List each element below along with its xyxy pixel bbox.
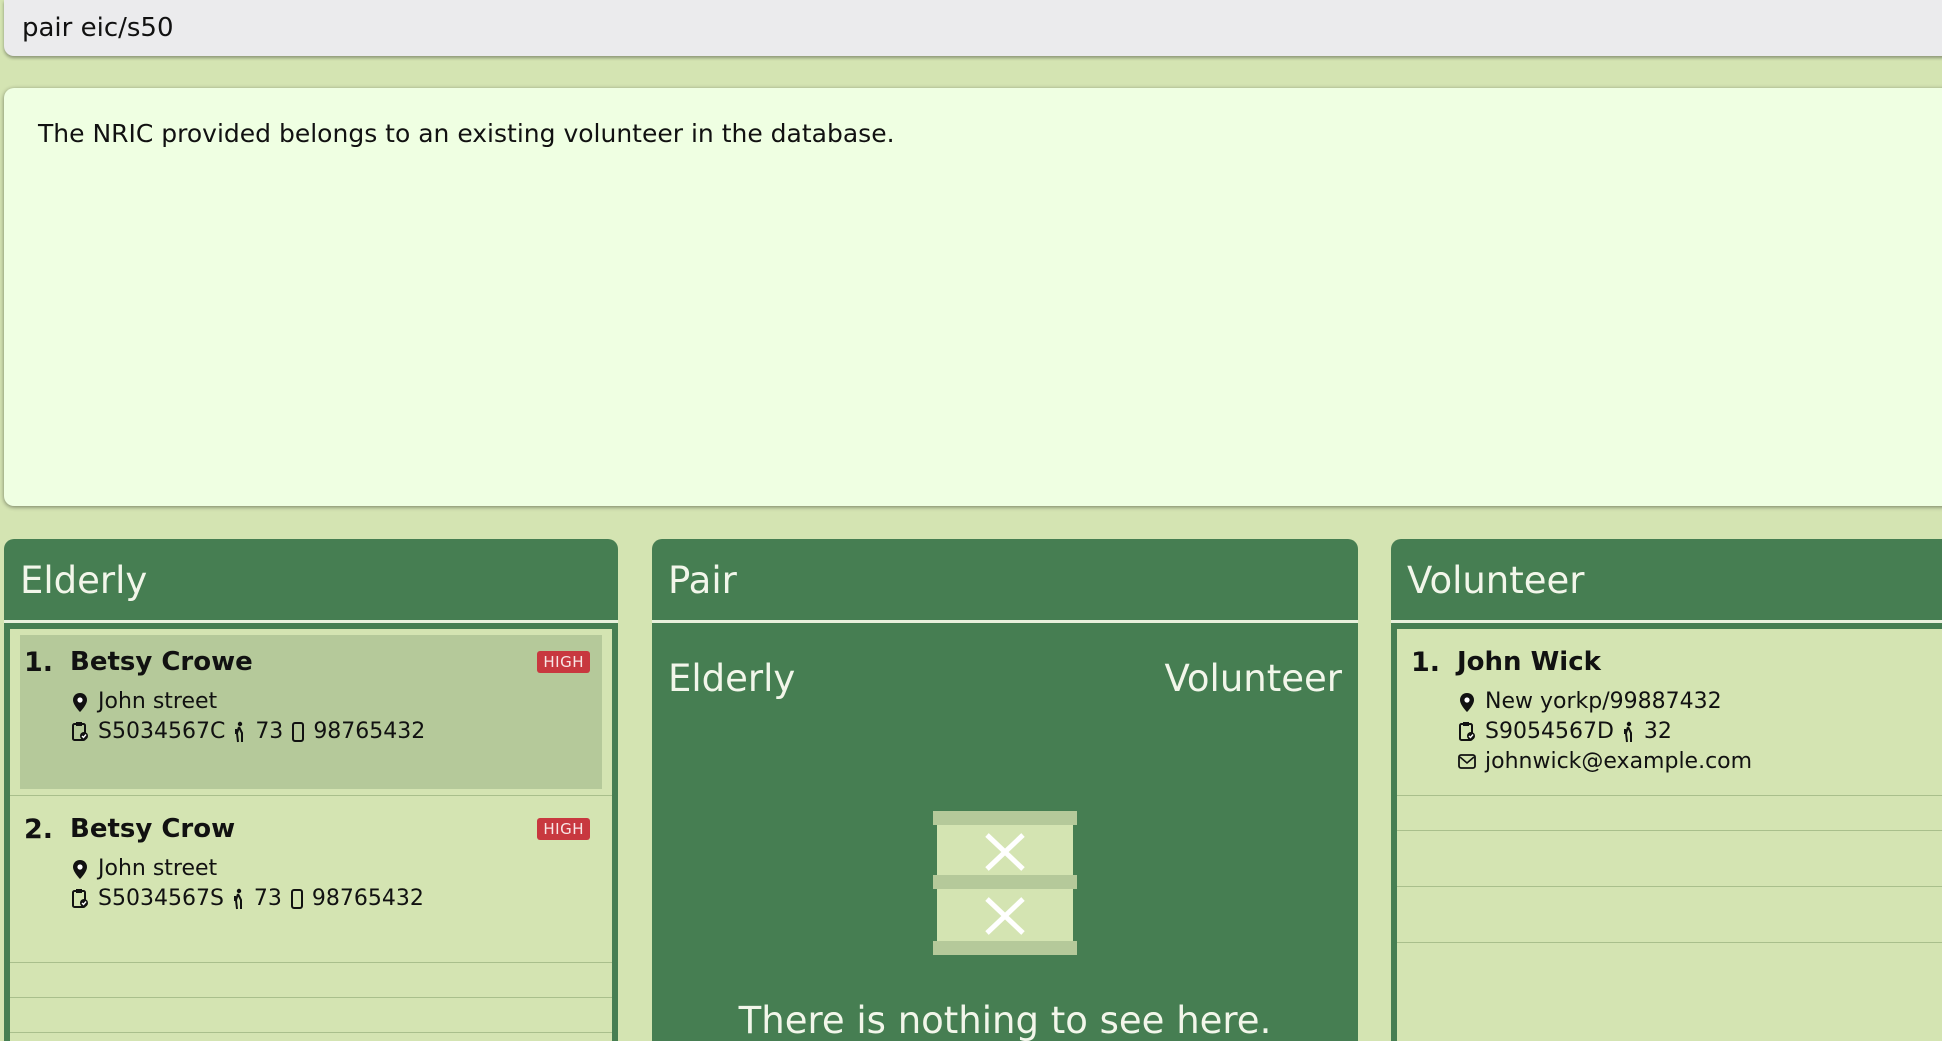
- empty-list-row: [10, 963, 612, 998]
- pair-list: Elderly Volunteer There is nothing to se…: [652, 629, 1358, 1041]
- card-name: Betsy Crowe: [70, 647, 253, 677]
- card-name: Betsy Crow: [70, 814, 236, 844]
- age-text: 32: [1643, 719, 1672, 744]
- age-text: 73: [253, 886, 282, 911]
- walking-person-icon: [1623, 721, 1632, 743]
- elderly-panel-title: Elderly: [4, 539, 618, 623]
- id-card-icon: [1459, 722, 1475, 741]
- walking-person-icon: [235, 721, 244, 743]
- empty-list-row: [1397, 887, 1942, 943]
- result-display: The NRIC provided belongs to an existing…: [4, 88, 1942, 506]
- pair-elderly-header: Elderly: [668, 657, 796, 700]
- pair-volunteer-header: Volunteer: [1164, 657, 1342, 700]
- card-index: 1.: [24, 647, 54, 678]
- pair-panel: Pair Elderly Volunteer There is nothing …: [652, 539, 1358, 1041]
- phone-text: 98765432: [313, 719, 426, 744]
- priority-badge: HIGH: [537, 818, 590, 840]
- volunteer-list[interactable]: 1. John Wick New yorkp/99887432 S9054567…: [1397, 629, 1942, 1041]
- volunteer-card[interactable]: 1. John Wick New yorkp/99887432 S9054567…: [1397, 629, 1942, 796]
- volunteer-panel: Volunteer 1. John Wick New yorkp/9988743…: [1391, 539, 1942, 1041]
- location-pin-icon: [73, 693, 87, 712]
- nric-text: S5034567S: [98, 886, 224, 911]
- volunteer-panel-title: Volunteer: [1391, 539, 1942, 623]
- empty-box-icon: [933, 811, 1077, 955]
- nric-text: S9054567D: [1485, 719, 1614, 744]
- nric-text: S5034567C: [98, 719, 226, 744]
- email-icon: [1458, 754, 1476, 769]
- empty-list-row: [1397, 796, 1942, 831]
- priority-badge: HIGH: [537, 651, 590, 673]
- id-card-icon: [72, 889, 88, 908]
- email-text: johnwick@example.com: [1485, 749, 1753, 774]
- id-card-icon: [72, 722, 88, 741]
- phone-icon: [292, 722, 305, 742]
- address-text: John street: [98, 856, 218, 881]
- address-text: John street: [98, 689, 218, 714]
- elderly-list[interactable]: 1. Betsy Crowe HIGH John street S5034567…: [10, 629, 612, 1041]
- result-message: The NRIC provided belongs to an existing…: [38, 119, 895, 148]
- location-pin-icon: [1460, 693, 1474, 712]
- location-pin-icon: [73, 860, 87, 879]
- walking-person-icon: [233, 888, 242, 910]
- card-index: 1.: [1411, 647, 1441, 678]
- pair-panel-title: Pair: [652, 539, 1358, 623]
- empty-message: There is nothing to see here.: [738, 999, 1272, 1041]
- app-window: pair eic/s50 The NRIC provided belongs t…: [0, 0, 1942, 1041]
- empty-state: [652, 809, 1358, 961]
- empty-list-row: [1397, 831, 1942, 887]
- elderly-card[interactable]: 2. Betsy Crow HIGH John street S5034567S…: [10, 796, 612, 963]
- elderly-card[interactable]: 1. Betsy Crowe HIGH John street S5034567…: [10, 629, 612, 796]
- age-text: 73: [255, 719, 284, 744]
- phone-text: 98765432: [311, 886, 424, 911]
- card-name: John Wick: [1457, 647, 1601, 677]
- card-index: 2.: [24, 814, 54, 845]
- empty-list-row: [10, 998, 612, 1033]
- elderly-panel: Elderly 1. Betsy Crowe HIGH John street …: [4, 539, 618, 1041]
- command-input[interactable]: pair eic/s50: [4, 0, 1942, 56]
- phone-icon: [290, 889, 303, 909]
- address-text: New yorkp/99887432: [1485, 689, 1722, 714]
